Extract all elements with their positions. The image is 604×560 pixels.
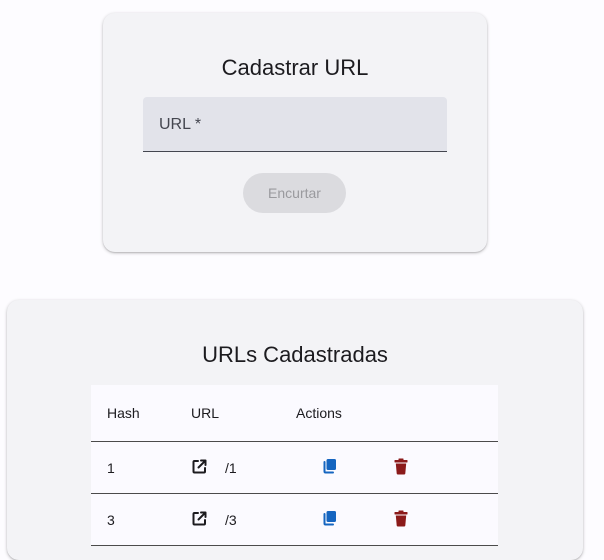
- table-row: 3 /3: [91, 494, 498, 546]
- url-field[interactable]: URL *: [143, 97, 447, 153]
- copy-icon[interactable]: [322, 510, 337, 526]
- column-header-url: URL: [191, 405, 220, 421]
- register-card-title: Cadastrar URL: [221, 55, 369, 80]
- urls-table: Hash URL Actions 1 /1 3 /3: [91, 385, 498, 546]
- copy-icon[interactable]: [322, 458, 337, 474]
- external-link-icon[interactable]: [191, 510, 208, 527]
- column-header-actions: Actions: [296, 405, 342, 421]
- row-url: /1: [225, 460, 237, 476]
- trash-icon[interactable]: [394, 510, 408, 527]
- trash-icon[interactable]: [394, 458, 408, 475]
- row-hash: 3: [107, 512, 115, 528]
- column-header-hash: Hash: [107, 405, 140, 421]
- external-link-icon[interactable]: [191, 458, 208, 475]
- list-card-title: URLs Cadastradas: [202, 342, 388, 367]
- register-url-card: Cadastrar URL URL * Encurtar: [103, 13, 487, 252]
- url-input[interactable]: [159, 97, 433, 153]
- row-hash: 1: [107, 460, 115, 476]
- row-url: /3: [225, 512, 237, 528]
- table-row: 1 /1: [91, 442, 498, 494]
- shorten-button[interactable]: Encurtar: [243, 173, 346, 213]
- table-header: Hash URL Actions: [91, 385, 498, 442]
- registered-urls-card: URLs Cadastradas Hash URL Actions 1 /1 3…: [7, 300, 583, 560]
